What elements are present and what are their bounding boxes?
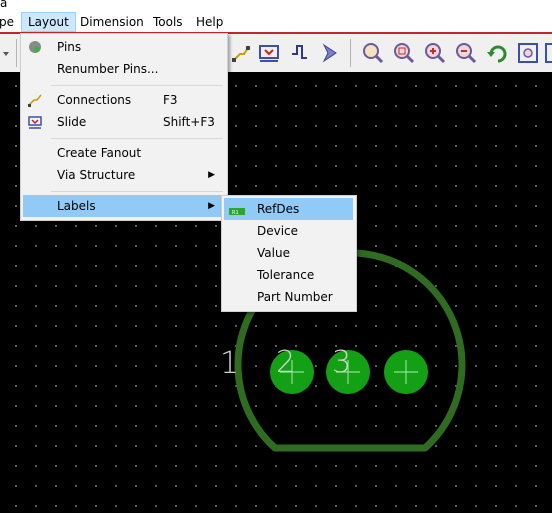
menu-item-create-fanout[interactable]: Create Fanout <box>23 142 225 164</box>
submenu-item-label: Value <box>257 246 290 260</box>
labels-submenu: R1 RefDes Device Value Tolerance Part Nu… <box>221 195 357 312</box>
refdes-icon: R1 <box>229 203 245 216</box>
submenu-item-device[interactable]: Device <box>224 220 353 242</box>
zoom-out-icon[interactable] <box>453 40 479 66</box>
menu-item-renumber-pins[interactable]: Renumber Pins... <box>23 58 225 80</box>
submenu-item-label: Device <box>257 224 299 238</box>
layout-menu-dropdown: Pins Renumber Pins... Connections F3 Sli… <box>20 33 228 221</box>
menu-item-shortcut: Shift+F3 <box>163 115 215 129</box>
menu-item-slide[interactable]: Slide Shift+F3 <box>23 111 225 133</box>
zoom-fit-icon[interactable] <box>360 40 386 66</box>
submenu-item-tolerance[interactable]: Tolerance <box>224 264 353 286</box>
menu-item-pins[interactable]: Pins <box>23 36 225 58</box>
menu-item-label: Connections <box>57 93 132 107</box>
route-tool-icon[interactable] <box>287 40 313 66</box>
zoom-world-icon[interactable] <box>515 40 541 66</box>
menu-separator <box>51 191 223 192</box>
menu-type[interactable]: pe <box>0 12 20 32</box>
dropdown-arrow-icon[interactable] <box>0 40 14 66</box>
pins-icon <box>27 39 43 55</box>
submenu-arrow-icon: ▶ <box>208 201 215 211</box>
menu-layout[interactable]: Layout <box>21 12 76 32</box>
menu-item-label: Pins <box>57 40 82 54</box>
toolbar-separator-2 <box>350 39 351 67</box>
menu-dimension[interactable]: Dimension <box>74 12 150 32</box>
menu-bar: pe Layout Dimension Tools Help <box>0 12 552 34</box>
pin-number-1: 1 <box>220 346 239 381</box>
menu-tools[interactable]: Tools <box>147 12 189 32</box>
slide-icon <box>27 114 43 130</box>
connections-icon <box>27 92 43 108</box>
menu-separator <box>51 138 223 139</box>
menu-item-connections[interactable]: Connections F3 <box>23 89 225 111</box>
menu-item-label: Via Structure <box>57 168 136 182</box>
menu-item-label: Create Fanout <box>57 146 142 160</box>
submenu-item-label: RefDes <box>257 202 300 216</box>
submenu-item-value[interactable]: Value <box>224 242 353 264</box>
submenu-item-label: Tolerance <box>257 268 315 282</box>
pin-number-2: 2 <box>276 345 295 380</box>
next-tool-icon[interactable] <box>318 40 344 66</box>
window-title: a <box>0 0 8 10</box>
menu-help[interactable]: Help <box>190 12 229 32</box>
zoom-window-icon[interactable] <box>391 40 417 66</box>
slide-tool-icon[interactable] <box>256 40 282 66</box>
svg-text:R1: R1 <box>232 210 239 216</box>
menu-item-shortcut: F3 <box>163 93 178 107</box>
menu-item-label: Labels <box>57 199 96 213</box>
zoom-previous-icon[interactable] <box>485 40 511 66</box>
pin-number-3: 3 <box>332 345 351 380</box>
title-bar: a <box>0 0 552 12</box>
pad-3 <box>384 350 428 394</box>
connections-tool-icon[interactable] <box>228 40 254 66</box>
menu-item-labels[interactable]: Labels ▶ <box>23 195 225 217</box>
toolbar-separator <box>16 39 17 67</box>
submenu-item-refdes[interactable]: R1 RefDes <box>224 198 353 220</box>
submenu-item-part-number[interactable]: Part Number <box>224 286 353 308</box>
zoom-extra-icon[interactable] <box>544 40 552 66</box>
zoom-in-icon[interactable] <box>422 40 448 66</box>
submenu-arrow-icon: ▶ <box>208 170 215 180</box>
menu-separator <box>51 85 223 86</box>
menu-item-label: Slide <box>57 115 87 129</box>
menu-item-via-structure[interactable]: Via Structure ▶ <box>23 164 225 186</box>
menu-item-label: Renumber Pins... <box>57 62 159 76</box>
submenu-item-label: Part Number <box>257 290 333 304</box>
